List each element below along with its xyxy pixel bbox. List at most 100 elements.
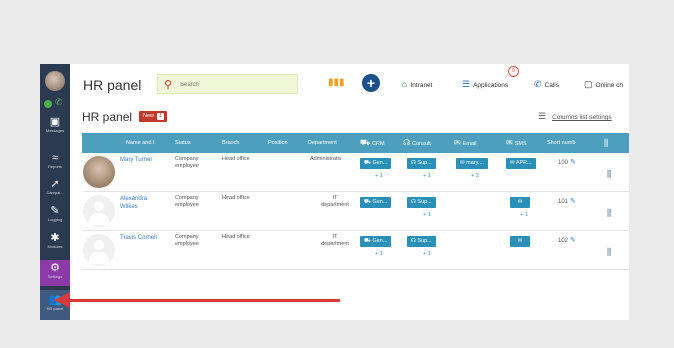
col-branch[interactable]: Branch	[222, 133, 262, 153]
sms-icon: ✉	[517, 199, 523, 205]
add-button[interactable]: +	[362, 74, 380, 92]
stats-icon[interactable]: ⫼	[607, 247, 611, 258]
app-title: HR panel	[83, 77, 142, 93]
table-header: Name and l Status Branch Position Depart…	[82, 133, 629, 153]
settings-icon: ⚙	[50, 262, 60, 274]
campaigns-icon: ➚	[50, 178, 60, 190]
sidebar-item-settings[interactable]: ⚙ Settings	[40, 260, 70, 286]
employee-department: Administrativ	[310, 156, 342, 162]
col-name[interactable]: Name and l	[126, 133, 172, 153]
list-icon: ☰	[462, 79, 471, 89]
table-row[interactable]: Travis Cornell Company employee Head off…	[82, 231, 629, 270]
short-number[interactable]: 102 ✎	[558, 236, 576, 244]
employee-department: IT department	[321, 234, 349, 247]
reports-icon: ≈	[51, 152, 59, 164]
sidebar-item-logging[interactable]: ✎ Logging	[40, 205, 70, 223]
employee-branch: Head office	[222, 195, 250, 201]
employee-name[interactable]: Travis Cornell	[120, 234, 162, 242]
crm-more[interactable]: + 1	[375, 251, 383, 257]
sms-icon: ✉	[517, 238, 523, 244]
consult-more[interactable]: + 1	[423, 173, 431, 179]
short-number[interactable]: 101 ✎	[558, 197, 576, 205]
home-icon: ⌂	[402, 79, 408, 89]
col-email[interactable]: ✉ Email	[454, 133, 500, 153]
search-input[interactable]	[178, 77, 292, 93]
consult-chip[interactable]: ☊ Sup...	[407, 236, 436, 247]
employee-status: Company employee	[175, 234, 199, 247]
employee-avatar	[83, 195, 115, 227]
sms-chip[interactable]: ✉	[510, 236, 530, 247]
sidebar-item-reports[interactable]: ≈ Reports	[40, 152, 70, 170]
columns-settings-link[interactable]: ☰ Columns list settings	[538, 111, 612, 122]
col-status[interactable]: Status	[175, 133, 215, 153]
employee-avatar	[83, 156, 115, 188]
messages-icon: ▣	[49, 116, 61, 128]
sms-chip[interactable]: ✉	[510, 197, 530, 208]
table-row[interactable]: Alexandra Wilkes Company employee Head o…	[82, 192, 629, 231]
email-more[interactable]: + 2	[471, 173, 479, 179]
employee-department: IT department	[321, 195, 349, 208]
employee-name[interactable]: Alexandra Wilkes	[120, 195, 162, 211]
modules-icon: ✱	[50, 232, 60, 244]
sidebar-item-messages[interactable]: ▣ Messages	[40, 116, 70, 134]
phone-icon: ✆	[534, 79, 542, 89]
employee-status: Company employee	[175, 156, 199, 169]
crm-icon: ⛟	[360, 138, 371, 147]
edit-icon[interactable]: ✎	[570, 237, 576, 244]
annotation-arrow	[70, 299, 340, 302]
applications-link[interactable]: ☰ Applications	[462, 79, 508, 90]
short-number[interactable]: 100 ✎	[558, 158, 576, 166]
headset-icon: ☊	[403, 138, 411, 147]
user-avatar[interactable]	[45, 71, 65, 91]
left-sidebar: ✆ ▣ Messages ≈ Reports ➚ Campai... ✎ Log…	[40, 64, 70, 320]
sms-chip[interactable]: ✉ APR...	[506, 158, 536, 169]
col-short-number[interactable]: Short numb	[547, 133, 593, 153]
sms-icon: ✉	[506, 138, 513, 147]
crm-chip[interactable]: ⛟ Gen...	[360, 197, 392, 208]
online-status-icon	[44, 100, 52, 108]
intranet-link[interactable]: ⌂ Intranet	[402, 79, 432, 89]
chat-icon: ▢	[584, 79, 593, 89]
employee-avatar	[83, 234, 115, 266]
crm-chip[interactable]: ⛟ Gen...	[360, 158, 392, 169]
new-button[interactable]: New 1	[139, 111, 168, 122]
stats-icon[interactable]: ▮▮▮	[328, 77, 345, 88]
sidebar-item-campaigns[interactable]: ➚ Campai...	[40, 178, 70, 196]
col-department[interactable]: Department	[308, 133, 354, 153]
annotation-arrow-head	[54, 292, 70, 308]
employee-branch: Head office	[222, 234, 250, 240]
calls-link[interactable]: ✆ Calls	[534, 79, 559, 90]
applications-badge: 0	[508, 66, 519, 77]
table-row[interactable]: Mary Turner Company employee Head office…	[82, 153, 629, 192]
edit-icon[interactable]: ✎	[570, 159, 576, 166]
consult-more[interactable]: + 1	[423, 251, 431, 257]
email-chip[interactable]: ✉ mary....	[456, 158, 489, 169]
col-crm[interactable]: ⛟ CRM	[360, 133, 406, 153]
employee-status: Company employee	[175, 195, 199, 208]
new-count-badge: 1	[157, 113, 165, 120]
col-position[interactable]: Position	[268, 133, 302, 153]
col-sms[interactable]: ✉ SMS	[506, 133, 546, 153]
stats-column-icon[interactable]: ⫼	[604, 133, 624, 153]
stats-icon[interactable]: ⫼	[607, 208, 611, 219]
sidebar-item-modules[interactable]: ✱ Modules	[40, 232, 70, 250]
email-icon: ✉	[454, 138, 461, 147]
search-box[interactable]: ⚲	[157, 74, 298, 94]
edit-icon[interactable]: ✎	[570, 198, 576, 205]
col-consult[interactable]: ☊ Consult	[403, 133, 451, 153]
employee-name[interactable]: Mary Turner	[120, 156, 162, 164]
search-icon: ⚲	[164, 79, 173, 91]
crm-more[interactable]: + 1	[375, 173, 383, 179]
app-window: ✆ ▣ Messages ≈ Reports ➚ Campai... ✎ Log…	[40, 64, 629, 320]
stats-icon[interactable]: ⫼	[607, 169, 611, 180]
consult-chip[interactable]: ☊ Sup...	[407, 197, 436, 208]
sms-more[interactable]: + 1	[520, 212, 528, 218]
consult-chip[interactable]: ☊ Sup...	[407, 158, 436, 169]
columns-icon: ☰	[538, 111, 547, 121]
online-chat-link[interactable]: ▢ Online ch	[584, 79, 623, 90]
consult-more[interactable]: + 1	[423, 212, 431, 218]
crm-chip[interactable]: ⛟ Gen...	[360, 236, 392, 247]
phone-icon[interactable]: ✆	[55, 97, 63, 108]
top-bar: HR panel ⚲ ▮▮▮ + ⌂Intranet ☰Applications…	[70, 64, 629, 108]
employee-branch: Head office	[222, 156, 250, 162]
